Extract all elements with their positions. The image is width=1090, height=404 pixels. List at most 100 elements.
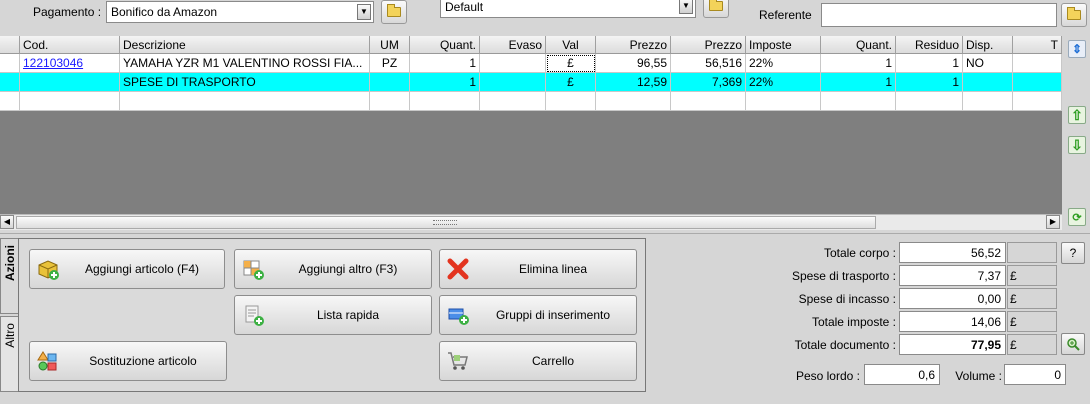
row-selector[interactable] [0,54,20,73]
move-down-icon[interactable]: ⇩ [1068,136,1086,154]
sort-updown-icon[interactable]: ⇕ [1068,40,1086,58]
item-evaso[interactable] [480,73,546,92]
item-t[interactable] [1013,54,1062,73]
item-evaso[interactable] [480,54,546,73]
empty-cell[interactable] [480,92,546,111]
empty-cell[interactable] [120,92,370,111]
carrello-button[interactable]: Carrello [439,341,637,381]
carrello-label: Carrello [531,354,574,368]
totale-corpo-label: Totale corpo : [823,246,896,260]
aggiungi-articolo-button[interactable]: Aggiungi articolo (F4) [29,249,225,289]
col-quant[interactable]: Quant. [410,36,480,54]
group-insert-icon [448,308,469,325]
currency-symbol: £ [1007,311,1057,332]
col-val[interactable]: Val [546,36,596,54]
items-grid[interactable]: Cod. Descrizione UM Quant. Evaso Val Pre… [0,36,1062,214]
empty-cell[interactable] [20,92,120,111]
empty-cell[interactable] [1013,92,1062,111]
col-cod[interactable]: Cod. [20,36,120,54]
tab-azioni[interactable]: Azioni [0,238,19,314]
empty-cell[interactable] [821,92,896,111]
item-residuo[interactable]: 1 [896,54,963,73]
item-disp[interactable]: NO [963,54,1013,73]
listino-select[interactable]: Default [440,0,696,18]
col-um[interactable]: UM [370,36,410,54]
horizontal-scrollbar[interactable]: ◀ ▶ [0,214,1062,230]
spese-trasporto-label: Spese di trasporto : [791,269,896,283]
gruppi-inserimento-button[interactable]: Gruppi di inserimento [439,295,637,335]
item-t[interactable] [1013,73,1062,92]
col-prezzo[interactable]: Prezzo [596,36,671,54]
col-evaso[interactable]: Evaso [480,36,546,54]
row-selector[interactable] [0,92,20,111]
empty-cell[interactable] [671,92,746,111]
lista-rapida-button[interactable]: Lista rapida [234,295,432,335]
refresh-icon[interactable]: ⟳ [1068,208,1086,226]
empty-cell[interactable] [370,92,410,111]
empty-cell[interactable] [596,92,671,111]
volume-value[interactable]: 0 [1004,364,1066,385]
item-um[interactable]: PZ [370,54,410,73]
item-code-link[interactable]: 122103046 [20,54,120,73]
referente-field[interactable] [821,3,1057,27]
col-disp[interactable]: Disp. [963,36,1013,54]
item-quant2[interactable]: 1 [821,54,896,73]
spese-trasporto-value[interactable]: 7,37 [899,265,1006,286]
scroll-left-icon[interactable]: ◀ [0,215,14,229]
tab-altro[interactable]: Altro [0,316,19,392]
col-imposte[interactable]: Imposte [746,36,821,54]
item-imposte[interactable]: 22% [746,73,821,92]
col-quant2[interactable]: Quant. [821,36,896,54]
scroll-right-icon[interactable]: ▶ [1046,215,1060,229]
spese-incasso-value[interactable]: 0,00 [899,288,1006,309]
elimina-linea-button[interactable]: Elimina linea [439,249,637,289]
item-prezzo-netto[interactable]: 7,369 [671,73,746,92]
folder-icon[interactable] [703,0,729,18]
item-description[interactable]: SPESE DI TRASPORTO [120,73,370,92]
empty-cell[interactable] [546,92,596,111]
chevron-down-icon[interactable]: ▼ [679,0,693,14]
item-val[interactable]: £ [546,54,596,73]
empty-cell[interactable] [963,92,1013,111]
sostituzione-articolo-button[interactable]: Sostituzione articolo [29,341,227,381]
pagamento-select[interactable]: Bonifico da Amazon [106,1,374,23]
col-prezzo-netto[interactable]: Prezzo [671,36,746,54]
item-um[interactable] [370,73,410,92]
row-selector[interactable] [0,73,20,92]
peso-lordo-value[interactable]: 0,6 [864,364,940,385]
currency-symbol: £ [1007,288,1057,309]
item-residuo[interactable]: 1 [896,73,963,92]
item-description[interactable]: YAMAHA YZR M1 VALENTINO ROSSI FIA... [120,54,370,73]
swap-shapes-icon [37,351,57,371]
item-disp[interactable] [963,73,1013,92]
col-residuo[interactable]: Residuo [896,36,963,54]
folder-icon[interactable] [381,0,407,24]
item-quant[interactable]: 1 [410,54,480,73]
move-up-icon[interactable]: ⇧ [1068,106,1086,124]
empty-cell[interactable] [410,92,480,111]
item-val[interactable]: £ [546,73,596,92]
item-code-link[interactable] [20,73,120,92]
add-box-icon [38,260,59,280]
col-descrizione[interactable]: Descrizione [120,36,370,54]
item-quant2[interactable]: 1 [821,73,896,92]
cart-icon [448,352,468,370]
aggiungi-altro-button[interactable]: Aggiungi altro (F3) [234,249,432,289]
pagamento-label: Pagamento : [33,5,102,19]
scroll-thumb[interactable] [16,216,876,229]
item-quant[interactable]: 1 [410,73,480,92]
help-button[interactable]: ? [1061,242,1085,264]
empty-cell[interactable] [896,92,963,111]
item-prezzo[interactable]: 96,55 [596,54,671,73]
item-prezzo-netto[interactable]: 56,516 [671,54,746,73]
item-prezzo[interactable]: 12,59 [596,73,671,92]
divider [0,233,1090,234]
empty-cell[interactable] [746,92,821,111]
zoom-icon[interactable] [1061,333,1085,355]
tab-altro-label: Altro [2,323,17,348]
quick-list-icon [245,305,264,326]
chevron-down-icon[interactable]: ▼ [357,4,371,20]
col-t[interactable]: T [1013,36,1062,54]
item-imposte[interactable]: 22% [746,54,821,73]
folder-icon[interactable] [1061,3,1087,27]
